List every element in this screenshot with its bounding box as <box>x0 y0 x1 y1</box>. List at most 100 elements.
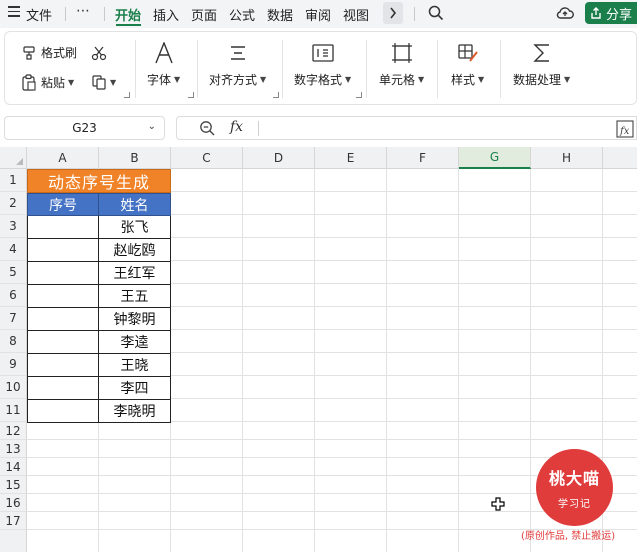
column-header-d[interactable]: D <box>243 147 315 169</box>
tab-file[interactable]: 文件 <box>26 5 52 24</box>
name-cell[interactable]: 李晓明 <box>98 400 171 423</box>
chevron-down-icon[interactable]: ⌄ <box>148 121 156 132</box>
gridline <box>458 169 459 552</box>
divider <box>65 7 66 21</box>
cloud-sync-icon[interactable] <box>556 5 574 21</box>
paste-label: 粘贴 <box>41 76 66 90</box>
name-cell[interactable]: 张飞 <box>98 216 171 239</box>
name-cell[interactable]: 钟黎明 <box>98 308 171 331</box>
format-painter-label: 格式刷 <box>41 46 78 60</box>
column-header-b[interactable]: B <box>99 147 171 169</box>
row-header-8[interactable]: 8 <box>0 330 27 353</box>
name-cell[interactable]: 王五 <box>98 285 171 308</box>
divider <box>135 40 136 98</box>
gridline <box>242 169 243 552</box>
align-label: 对齐方式 <box>209 73 258 87</box>
serial-cell[interactable] <box>27 354 99 377</box>
tab-formula[interactable]: 公式 <box>229 5 255 24</box>
tab-home[interactable]: 开始 <box>115 5 141 24</box>
tab-insert[interactable]: 插入 <box>153 5 179 24</box>
row-header-15[interactable]: 15 <box>0 476 27 494</box>
column-header-h[interactable]: H <box>531 147 603 169</box>
serial-cell[interactable] <box>27 262 99 285</box>
row-header-18[interactable] <box>0 530 27 552</box>
cell-button[interactable]: 单元格 ▼ <box>379 41 424 88</box>
name-cell[interactable]: 赵屹鸥 <box>98 239 171 262</box>
style-label: 样式 <box>451 73 476 87</box>
zoom-icon[interactable] <box>199 120 216 137</box>
serial-cell[interactable] <box>27 308 99 331</box>
format-painter-button[interactable]: 格式刷 <box>21 44 77 61</box>
function-wizard-icon[interactable]: fx <box>616 120 634 138</box>
name-cell[interactable]: 王晓 <box>98 354 171 377</box>
row-header-6[interactable]: 6 <box>0 284 27 307</box>
column-header-f[interactable]: F <box>387 147 459 169</box>
clipboard-dialog-launcher[interactable] <box>124 92 130 98</box>
row-header-1[interactable]: 1 <box>0 169 27 192</box>
number-format-icon <box>311 44 334 62</box>
row-header-10[interactable]: 10 <box>0 376 27 399</box>
align-dialog-launcher[interactable] <box>273 92 279 98</box>
more-icon[interactable]: ⋯ <box>76 3 91 19</box>
share-button[interactable]: 分享 <box>585 2 637 24</box>
tab-page[interactable]: 页面 <box>191 5 217 24</box>
column-header-e[interactable]: E <box>315 147 387 169</box>
row-header-5[interactable]: 5 <box>0 261 27 284</box>
divider <box>437 40 438 98</box>
cut-icon[interactable] <box>91 45 107 61</box>
serial-cell[interactable] <box>27 400 99 423</box>
number-format-dialog-launcher[interactable] <box>356 92 362 98</box>
number-format-button[interactable]: 数字格式 ▼ <box>294 41 351 88</box>
table-title[interactable]: 动态序号生成 <box>27 169 171 193</box>
font-dialog-launcher[interactable] <box>188 92 194 98</box>
number-format-label: 数字格式 <box>294 73 343 87</box>
row-header-12[interactable]: 12 <box>0 422 27 440</box>
paste-button[interactable]: 粘贴 ▼ <box>21 74 74 91</box>
tab-view[interactable]: 视图 <box>343 5 369 24</box>
column-header-c[interactable]: C <box>171 147 243 169</box>
menu-icon[interactable] <box>8 6 20 18</box>
align-button[interactable]: 对齐方式 ▼ <box>209 41 266 88</box>
tab-data[interactable]: 数据 <box>267 5 293 24</box>
header-serial[interactable]: 序号 <box>27 193 99 216</box>
column-header-next[interactable] <box>603 147 637 169</box>
column-header-a[interactable]: A <box>27 147 99 169</box>
watermark-logo: 桃大喵 学习记 <box>536 449 613 526</box>
sum-icon <box>532 44 549 62</box>
divider <box>104 7 105 21</box>
serial-cell[interactable] <box>27 239 99 262</box>
fx-icon[interactable]: fx <box>230 119 243 135</box>
share-icon <box>591 7 601 19</box>
serial-cell[interactable] <box>27 331 99 354</box>
data-process-label: 数据处理 <box>513 73 562 87</box>
name-cell[interactable]: 李逵 <box>98 331 171 354</box>
header-name[interactable]: 姓名 <box>98 193 171 216</box>
copy-button[interactable]: ▼ <box>91 74 116 90</box>
serial-cell[interactable] <box>27 216 99 239</box>
row-header-17[interactable]: 17 <box>0 512 27 530</box>
row-header-13[interactable]: 13 <box>0 440 27 458</box>
row-header-16[interactable]: 16 <box>0 494 27 512</box>
font-button[interactable]: 字体 ▼ <box>147 41 180 88</box>
search-icon[interactable] <box>428 5 444 21</box>
row-header-9[interactable]: 9 <box>0 353 27 376</box>
name-box[interactable]: G23 ⌄ <box>4 116 165 140</box>
row-header-14[interactable]: 14 <box>0 458 27 476</box>
row-header-11[interactable]: 11 <box>0 399 27 422</box>
divider <box>414 7 415 21</box>
row-header-4[interactable]: 4 <box>0 238 27 261</box>
tab-scroll-right-button[interactable] <box>383 2 403 24</box>
serial-cell[interactable] <box>27 285 99 308</box>
name-cell[interactable]: 李四 <box>98 377 171 400</box>
style-button[interactable]: 样式 ▼ <box>451 41 484 88</box>
gridline <box>314 169 315 552</box>
row-header-2[interactable]: 2 <box>0 192 27 215</box>
serial-cell[interactable] <box>27 377 99 400</box>
column-header-g[interactable]: G <box>459 147 531 169</box>
row-header-3[interactable]: 3 <box>0 215 27 238</box>
name-cell[interactable]: 王红军 <box>98 262 171 285</box>
data-process-button[interactable]: 数据处理 ▼ <box>513 41 570 88</box>
tab-review[interactable]: 审阅 <box>305 5 331 24</box>
row-header-7[interactable]: 7 <box>0 307 27 330</box>
select-all-corner[interactable] <box>0 147 27 169</box>
